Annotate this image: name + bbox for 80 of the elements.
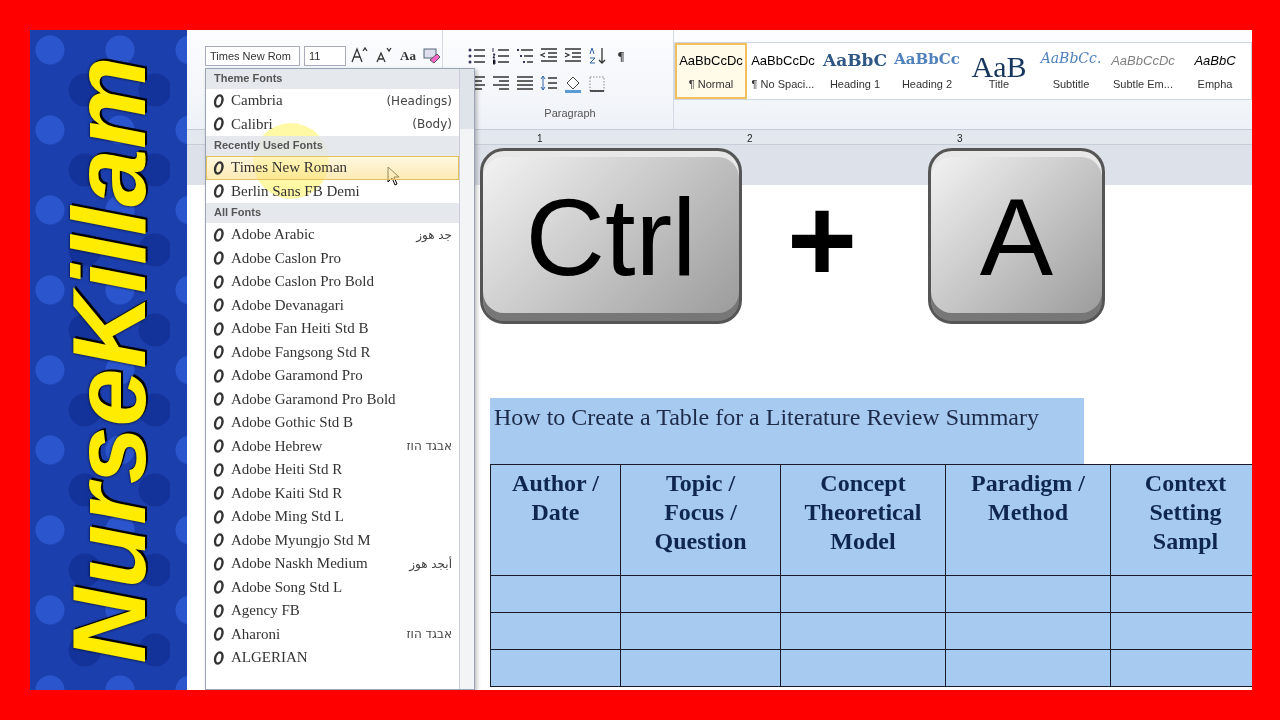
style-option[interactable]: AaBbCcDc ¶ No Spaci... xyxy=(747,43,819,99)
mouse-pointer-icon xyxy=(387,166,401,186)
keycap: Ctrl xyxy=(480,148,742,324)
style-option[interactable]: AaBbCcDc ¶ Normal xyxy=(675,43,747,99)
column-header: Paradigm / Method xyxy=(946,464,1111,576)
font-type-icon xyxy=(213,439,225,454)
column-header: Context Setting Sampl xyxy=(1111,464,1252,576)
font-type-icon xyxy=(213,509,225,524)
column-header: Author / Date xyxy=(491,464,621,576)
borders-icon[interactable] xyxy=(587,74,607,94)
style-option[interactable]: AaB Title xyxy=(963,43,1035,99)
font-type-icon xyxy=(213,627,225,642)
section-header: Recently Used Fonts xyxy=(206,136,459,156)
paragraph-marks-button[interactable]: ¶ xyxy=(611,46,631,66)
font-type-icon xyxy=(213,93,225,108)
font-type-icon xyxy=(213,556,225,571)
ruler-number: 3 xyxy=(957,132,963,146)
column-header: Topic / Focus / Question xyxy=(621,464,781,576)
numbering-icon[interactable] xyxy=(491,46,511,66)
font-option[interactable]: Adobe Garamond Pro xyxy=(206,364,459,388)
font-type-icon xyxy=(213,580,225,595)
style-option[interactable]: AaBbC Empha xyxy=(1179,43,1251,99)
font-option[interactable]: Times New Roman xyxy=(206,156,459,180)
document-heading: How to Create a Table for a Literature Review Summary xyxy=(490,398,1084,464)
font-option[interactable]: Adobe Gothic Std B xyxy=(206,411,459,435)
eraser-icon[interactable] xyxy=(422,46,442,66)
style-option[interactable]: AaBbCcDc Subtle Em... xyxy=(1107,43,1179,99)
font-option[interactable]: Adobe Myungjo Std M xyxy=(206,528,459,552)
font-option[interactable]: Adobe Song Std L xyxy=(206,575,459,599)
font-type-icon xyxy=(213,345,225,360)
group-label: Paragraph xyxy=(543,105,597,121)
scrollbar[interactable] xyxy=(459,69,474,689)
font-type-icon xyxy=(213,321,225,336)
plus-sign: + xyxy=(787,180,858,300)
column-header: Concept Theoretical Model xyxy=(781,464,946,576)
font-type-icon xyxy=(213,650,225,665)
font-option[interactable]: Adobe Devanagari xyxy=(206,293,459,317)
font-name-field[interactable]: Times New Rom xyxy=(205,46,300,66)
bullets-icon[interactable] xyxy=(467,46,487,66)
font-type-icon xyxy=(213,227,225,242)
font-type-icon xyxy=(213,274,225,289)
font-type-icon xyxy=(213,486,225,501)
font-type-icon xyxy=(213,533,225,548)
section-header: All Fonts xyxy=(206,203,459,223)
font-type-icon xyxy=(213,160,225,175)
font-type-icon xyxy=(213,392,225,407)
font-option[interactable]: Adobe Caslon Pro Bold xyxy=(206,270,459,294)
font-option[interactable]: Berlin Sans FB Demi xyxy=(206,179,459,203)
font-option[interactable]: ALGERIAN xyxy=(206,646,459,670)
change-case-button[interactable]: Aa xyxy=(398,46,418,66)
font-type-icon xyxy=(213,298,225,313)
style-option[interactable]: AaBbCc Heading 2 xyxy=(891,43,963,99)
font-option[interactable]: Adobe Heiti Std R xyxy=(206,458,459,482)
style-option[interactable]: AaBbC Heading 1 xyxy=(819,43,891,99)
section-header: Theme Fonts xyxy=(206,69,459,89)
font-type-icon xyxy=(213,184,225,199)
font-option[interactable]: Calibri (Body) xyxy=(206,112,459,136)
font-type-icon xyxy=(213,251,225,266)
ruler-number: 1 xyxy=(537,132,543,146)
font-option[interactable]: Adobe Garamond Pro Bold xyxy=(206,387,459,411)
keycap: A xyxy=(928,148,1105,324)
font-option[interactable]: Adobe Ming Std L xyxy=(206,505,459,529)
font-option[interactable]: Adobe Caslon Pro xyxy=(206,246,459,270)
font-option[interactable]: Adobe Fangsong Std R xyxy=(206,340,459,364)
font-option[interactable]: Adobe Kaiti Std R xyxy=(206,481,459,505)
font-option[interactable]: Adobe Fan Heiti Std B xyxy=(206,317,459,341)
font-option[interactable]: Agency FB xyxy=(206,599,459,623)
style-option[interactable]: AaBbCc. Subtitle xyxy=(1035,43,1107,99)
channel-name: NurseKillam xyxy=(49,56,167,664)
font-option[interactable]: Cambria (Headings) xyxy=(206,89,459,113)
font-type-icon xyxy=(213,603,225,618)
font-type-icon xyxy=(213,462,225,477)
font-type-icon xyxy=(213,368,225,383)
font-type-icon xyxy=(213,117,225,132)
multilevel-list-icon[interactable] xyxy=(515,46,535,66)
font-type-icon xyxy=(213,415,225,430)
font-size-field[interactable]: 11 xyxy=(304,46,346,66)
sort-icon[interactable] xyxy=(587,46,607,66)
ruler-number: 2 xyxy=(747,132,753,146)
paint-bucket-icon[interactable] xyxy=(563,74,583,94)
